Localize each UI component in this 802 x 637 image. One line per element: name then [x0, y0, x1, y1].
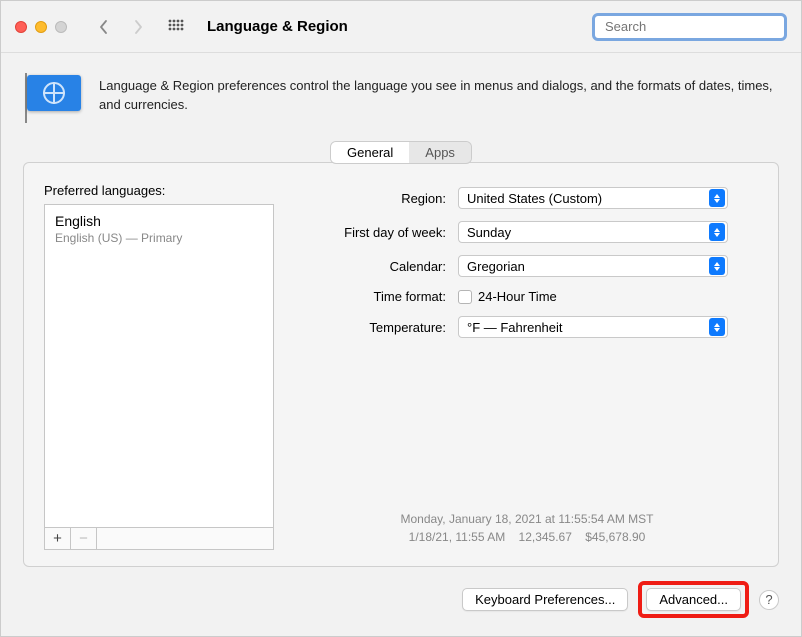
tab-general[interactable]: General — [331, 142, 409, 163]
minimize-window-button[interactable] — [35, 21, 47, 33]
first-day-select[interactable]: Sunday — [458, 221, 728, 243]
remove-language-button: − — [71, 528, 97, 549]
example-line-2: 1/18/21, 11:55 AM 12,345.67 $45,678.90 — [296, 528, 758, 546]
calendar-label: Calendar: — [296, 259, 446, 274]
time-format-label: Time format: — [296, 289, 446, 304]
updown-icon — [709, 189, 725, 207]
back-button[interactable] — [95, 18, 113, 36]
example-line-1: Monday, January 18, 2021 at 11:55:54 AM … — [296, 510, 758, 528]
show-all-button[interactable] — [167, 18, 185, 36]
24hour-checkbox-label: 24-Hour Time — [478, 289, 557, 304]
tab-apps[interactable]: Apps — [409, 142, 471, 163]
language-name: English — [55, 213, 263, 229]
region-select[interactable]: United States (Custom) — [458, 187, 728, 209]
calendar-select[interactable]: Gregorian — [458, 255, 728, 277]
temperature-value: °F — Fahrenheit — [467, 320, 563, 335]
advanced-highlight: Advanced... — [638, 581, 749, 618]
keyboard-preferences-button[interactable]: Keyboard Preferences... — [462, 588, 628, 611]
updown-icon — [709, 223, 725, 241]
tab-control: General Apps — [331, 142, 471, 163]
calendar-value: Gregorian — [467, 259, 525, 274]
search-input[interactable] — [605, 19, 781, 34]
zoom-window-button — [55, 21, 67, 33]
pane-description: Language & Region preferences control th… — [99, 71, 779, 115]
search-field[interactable] — [592, 13, 787, 41]
updown-icon — [709, 318, 725, 336]
close-window-button[interactable] — [15, 21, 27, 33]
preferred-languages-label: Preferred languages: — [44, 183, 274, 198]
window-title: Language & Region — [207, 18, 348, 35]
toolbar: Language & Region — [1, 1, 801, 53]
temperature-select[interactable]: °F — Fahrenheit — [458, 316, 728, 338]
window-controls — [15, 21, 67, 33]
advanced-button[interactable]: Advanced... — [646, 588, 741, 611]
24hour-checkbox[interactable] — [458, 290, 472, 304]
temperature-label: Temperature: — [296, 320, 446, 335]
minus-icon: − — [79, 531, 88, 546]
format-example: Monday, January 18, 2021 at 11:55:54 AM … — [296, 492, 758, 550]
help-button[interactable]: ? — [759, 590, 779, 610]
plus-icon: + — [53, 531, 62, 546]
language-row[interactable]: English English (US) — Primary — [55, 213, 263, 245]
language-subtitle: English (US) — Primary — [55, 231, 263, 245]
region-label: Region: — [296, 191, 446, 206]
updown-icon — [709, 257, 725, 275]
forward-button[interactable] — [129, 18, 147, 36]
region-value: United States (Custom) — [467, 191, 602, 206]
first-day-value: Sunday — [467, 225, 511, 240]
first-day-label: First day of week: — [296, 225, 446, 240]
preferred-languages-list[interactable]: English English (US) — Primary + − — [44, 204, 274, 550]
add-language-button[interactable]: + — [45, 528, 71, 549]
language-region-icon — [23, 71, 85, 127]
